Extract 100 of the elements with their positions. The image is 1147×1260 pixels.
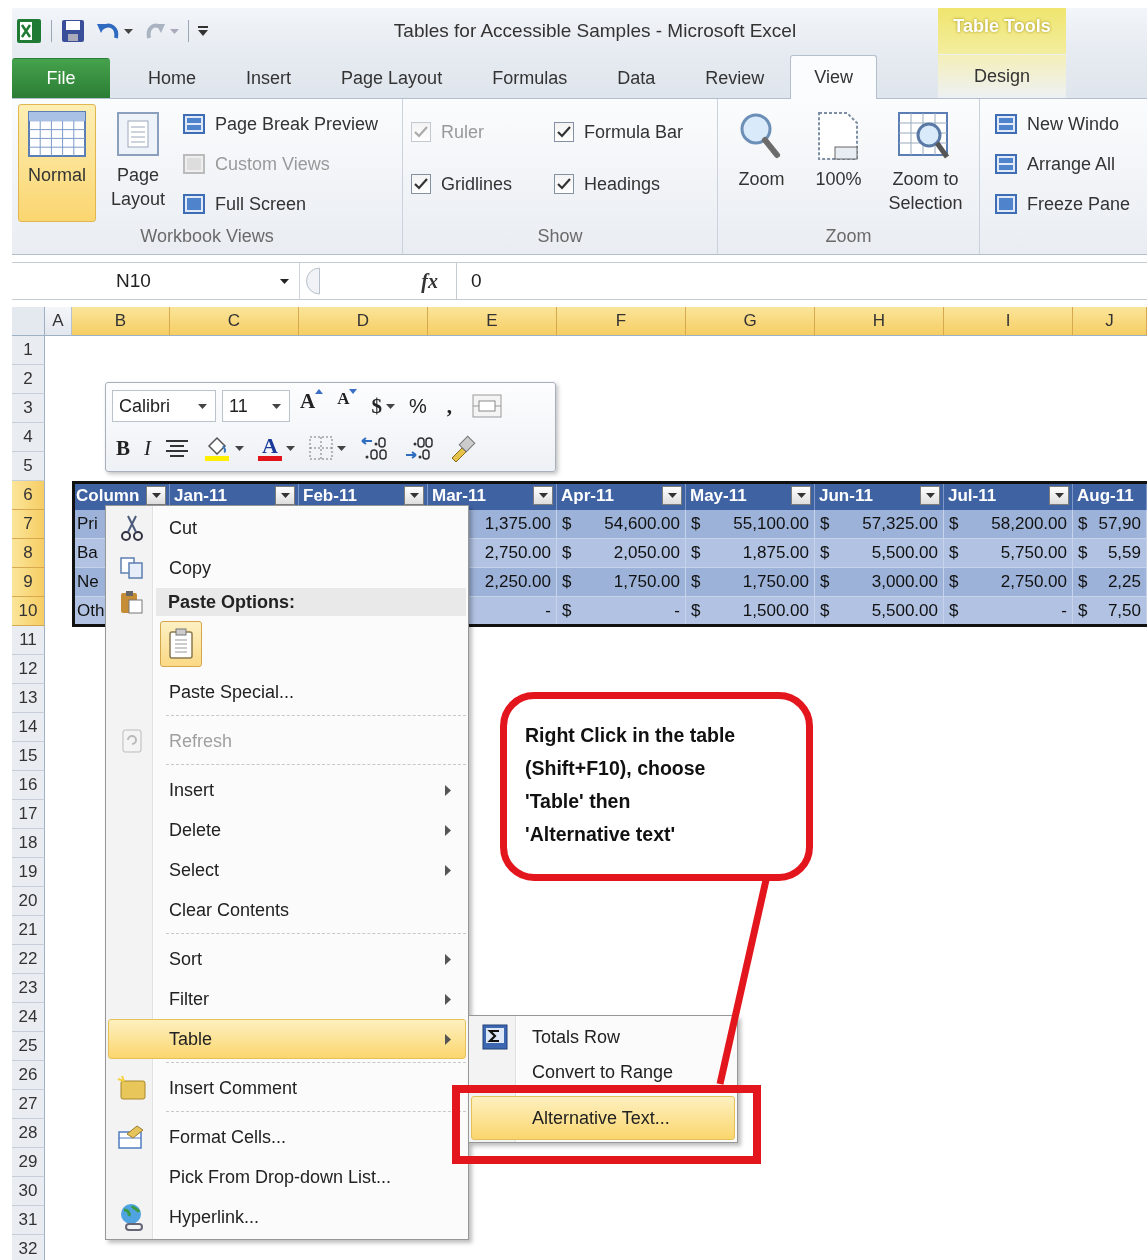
menu-item[interactable]: Totals Row <box>471 1018 735 1056</box>
ribbon-tab[interactable]: Home <box>124 58 220 98</box>
menu-item[interactable]: Paste Special... <box>108 672 466 712</box>
percent-button[interactable]: % <box>404 389 431 423</box>
row-header[interactable]: 30 <box>12 1177 45 1206</box>
row-header[interactable]: 13 <box>12 684 45 713</box>
row-header[interactable]: 8 <box>12 539 45 568</box>
column-header[interactable]: E <box>428 307 557 336</box>
view-button[interactable]: Page Break Preview <box>180 106 381 142</box>
menu-item[interactable]: Delete <box>108 810 466 850</box>
row-header[interactable]: 5 <box>12 452 45 481</box>
column-header[interactable]: F <box>557 307 686 336</box>
filter-button[interactable] <box>533 486 553 505</box>
menu-item[interactable]: Filter <box>108 979 466 1019</box>
row-header[interactable]: 22 <box>12 945 45 974</box>
italic-button[interactable]: I <box>140 431 155 465</box>
zoom-button[interactable]: Zoom to Selection <box>885 104 966 222</box>
checkbox-option[interactable]: Formula Bar <box>554 117 709 147</box>
checkbox-option[interactable]: Headings <box>554 169 709 199</box>
menu-item[interactable]: Clear Contents <box>108 890 466 930</box>
menu-item[interactable]: Sort <box>108 939 466 979</box>
filter-button[interactable] <box>1049 486 1069 505</box>
view-button[interactable]: Full Screen <box>180 186 381 222</box>
view-button[interactable]: Normal <box>18 104 96 222</box>
formula-value[interactable]: 0 <box>457 270 482 292</box>
grow-font-button[interactable]: A <box>296 389 328 423</box>
menu-item[interactable]: Copy <box>108 548 466 588</box>
menu-item[interactable]: Pick From Drop-down List... <box>108 1157 466 1197</box>
save-button[interactable] <box>59 17 87 45</box>
column-header[interactable]: C <box>170 307 299 336</box>
filter-button[interactable] <box>920 486 940 505</box>
row-header[interactable]: 27 <box>12 1090 45 1119</box>
menu-item[interactable]: Cut <box>108 508 466 548</box>
bold-button[interactable]: B <box>112 431 134 465</box>
column-header[interactable]: A <box>45 307 72 336</box>
column-header[interactable]: J <box>1073 307 1147 336</box>
customize-toolbar-button[interactable] <box>196 24 210 38</box>
row-header[interactable]: 19 <box>12 858 45 887</box>
ribbon-tab[interactable]: Data <box>593 58 680 98</box>
menu-item[interactable]: Insert <box>108 770 466 810</box>
app-icon[interactable] <box>14 16 44 46</box>
row-header[interactable]: 11 <box>12 626 45 655</box>
filter-button[interactable] <box>146 486 166 505</box>
ribbon-tab[interactable]: Review <box>681 58 789 98</box>
menu-item[interactable]: Table <box>108 1019 466 1059</box>
row-header[interactable]: 29 <box>12 1148 45 1177</box>
menu-item[interactable]: Select <box>108 850 466 890</box>
row-header[interactable]: 10 <box>12 597 45 626</box>
menu-item[interactable]: Convert to Range <box>471 1056 735 1088</box>
currency-button[interactable]: $ <box>367 389 399 423</box>
row-header[interactable]: 18 <box>12 829 45 858</box>
shrink-font-button[interactable]: A <box>333 389 362 423</box>
column-header[interactable]: B <box>72 307 170 336</box>
zoom-button[interactable]: Zoom <box>731 104 792 222</box>
column-header[interactable]: I <box>944 307 1073 336</box>
window-button[interactable]: Freeze Pane <box>992 186 1133 222</box>
column-header[interactable]: H <box>815 307 944 336</box>
row-header[interactable]: 24 <box>12 1003 45 1032</box>
window-button[interactable]: New Windo <box>992 106 1133 142</box>
font-field[interactable]: Calibri <box>112 390 216 422</box>
row-header[interactable]: 9 <box>12 568 45 597</box>
filter-button[interactable] <box>275 486 295 505</box>
view-button[interactable]: Page Layout <box>104 104 172 222</box>
row-header[interactable]: 20 <box>12 887 45 916</box>
row-header[interactable]: 32 <box>12 1235 45 1260</box>
row-header[interactable]: 6 <box>12 481 45 510</box>
row-header[interactable]: 17 <box>12 800 45 829</box>
ribbon-tab[interactable]: Insert <box>222 58 316 98</box>
column-header[interactable]: G <box>686 307 815 336</box>
name-box[interactable]: N10 <box>12 263 300 299</box>
paste-option-button[interactable] <box>160 621 202 667</box>
column-header[interactable]: D <box>299 307 428 336</box>
ribbon-tab[interactable]: File <box>12 58 110 98</box>
menu-item[interactable]: Alternative Text... <box>471 1096 735 1140</box>
filter-button[interactable] <box>791 486 811 505</box>
menu-item[interactable]: Insert Comment <box>108 1068 466 1108</box>
row-header[interactable]: 26 <box>12 1061 45 1090</box>
row-header[interactable]: 2 <box>12 365 45 394</box>
row-header[interactable]: 3 <box>12 394 45 423</box>
menu-item[interactable]: Format Cells... <box>108 1117 466 1157</box>
row-header[interactable]: 16 <box>12 771 45 800</box>
font-size-field[interactable]: 11 <box>222 390 290 422</box>
row-header[interactable]: 7 <box>12 510 45 539</box>
zoom-button[interactable]: 100% <box>808 104 869 222</box>
ribbon-tab[interactable]: View <box>790 55 877 99</box>
comma-button[interactable]: , <box>436 389 462 423</box>
row-header[interactable]: 12 <box>12 655 45 684</box>
row-header[interactable]: 28 <box>12 1119 45 1148</box>
row-header[interactable]: 4 <box>12 423 45 452</box>
checkbox-option[interactable]: Gridlines <box>411 169 538 199</box>
insert-function-button[interactable]: fx <box>415 268 444 294</box>
font-color-button[interactable]: A <box>254 431 299 465</box>
ribbon-tab[interactable]: Design <box>938 54 1066 98</box>
window-button[interactable]: Arrange All <box>992 146 1133 182</box>
row-header[interactable]: 15 <box>12 742 45 771</box>
row-header[interactable]: 31 <box>12 1206 45 1235</box>
filter-button[interactable] <box>662 486 682 505</box>
row-header[interactable]: 14 <box>12 713 45 742</box>
filter-button[interactable] <box>404 486 424 505</box>
row-header[interactable]: 25 <box>12 1032 45 1061</box>
